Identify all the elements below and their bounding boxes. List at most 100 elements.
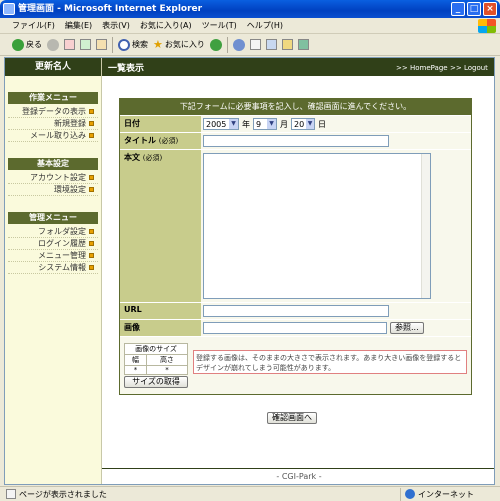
bullet-icon (89, 133, 94, 138)
mail-icon[interactable] (232, 38, 245, 51)
bullet-icon (89, 121, 94, 126)
body-label: 本文 (必須) (120, 150, 201, 302)
width-value: * (124, 365, 147, 375)
ie-icon (3, 3, 15, 15)
zone-text: インターネット (418, 489, 474, 499)
body-row: 本文 (必須) (120, 149, 471, 302)
sidebar: 更新名人 作業メニュー 登録データの表示 新規登録 メール取り込み 基本設定 ア… (5, 58, 102, 484)
edit-icon[interactable] (265, 39, 277, 50)
sidebar-item-view-data[interactable]: 登録データの表示 (8, 106, 98, 118)
image-size-table: 画像のサイズ 幅高さ * * (124, 343, 189, 375)
height-value: * (145, 365, 189, 375)
bullet-icon (89, 253, 94, 258)
sidebar-item-new[interactable]: 新規登録 (8, 118, 98, 130)
image-size-area: 画像のサイズ 幅高さ * * サイズの取得 登録する画像は、そのままの大きさで表示… (120, 336, 471, 394)
menu-view[interactable]: 表示(V) (102, 20, 130, 31)
sidebar-item-system-info[interactable]: システム情報 (8, 262, 98, 274)
window-title: 管理画面 - Microsoft Internet Explorer (18, 4, 203, 14)
confirm-button[interactable]: 確認画面へ (267, 412, 317, 424)
toolbar: 戻る 検索 ★ お気に入り (0, 34, 500, 56)
sidebar-item-environment[interactable]: 環境設定 (8, 184, 98, 196)
footer: - CGI-Park - (102, 468, 494, 484)
year-select[interactable]: 2005 ▼ (203, 118, 239, 130)
height-header: 高さ (145, 354, 189, 366)
window-titlebar: 管理画面 - Microsoft Internet Explorer _ □ × (0, 0, 500, 18)
sidebar-item-menu-admin[interactable]: メニュー管理 (8, 250, 98, 262)
chevron-down-icon: ▼ (306, 119, 314, 129)
messenger-icon[interactable] (297, 39, 309, 50)
get-size-button[interactable]: サイズの取得 (124, 376, 188, 388)
media-icon[interactable] (209, 38, 222, 51)
status-text: ページが表示されました (19, 489, 107, 499)
month-select[interactable]: 9 ▼ (253, 118, 277, 130)
menu-favorites[interactable]: お気に入り(A) (140, 20, 192, 31)
size-caption: 画像のサイズ (124, 343, 188, 355)
image-label: 画像 (120, 320, 201, 336)
internet-zone-icon (405, 489, 415, 499)
star-icon: ★ (153, 38, 163, 51)
page-icon (6, 489, 16, 499)
windows-logo-icon (478, 19, 496, 33)
title-label: タイトル (必須) (120, 133, 201, 149)
chevron-down-icon: ▼ (267, 119, 276, 129)
search-button[interactable]: 検索 (118, 38, 148, 51)
url-row: URL (120, 302, 471, 319)
bullet-icon (89, 229, 94, 234)
folder-icon[interactable] (281, 39, 293, 50)
image-row: 画像 参照... (120, 319, 471, 336)
browse-button[interactable]: 参照... (390, 322, 424, 334)
print-icon[interactable] (249, 39, 261, 50)
menu-file[interactable]: ファイル(F) (12, 20, 55, 31)
menu-edit[interactable]: 編集(E) (65, 20, 92, 31)
sidebar-section-work: 作業メニュー (8, 92, 98, 104)
sidebar-section-admin: 管理メニュー (8, 212, 98, 224)
day-select[interactable]: 20 ▼ (291, 118, 315, 130)
back-arrow-icon (12, 38, 24, 51)
bullet-icon (89, 265, 94, 270)
logout-link[interactable]: >> Logout (450, 64, 488, 72)
minimize-button[interactable]: _ (451, 2, 465, 16)
page-content: 更新名人 作業メニュー 登録データの表示 新規登録 メール取り込み 基本設定 ア… (4, 57, 495, 485)
url-label: URL (120, 303, 201, 319)
sidebar-item-account[interactable]: アカウント設定 (8, 172, 98, 184)
entry-form: 下記フォームに必要事項を記入し、確認画面に進んでください。 日付 2005 ▼ 年… (119, 98, 472, 395)
image-file-input[interactable] (203, 322, 387, 334)
stop-icon[interactable] (64, 39, 75, 50)
bullet-icon (89, 175, 94, 180)
sidebar-item-login-history[interactable]: ログイン履歴 (8, 238, 98, 250)
close-button[interactable]: × (483, 2, 497, 16)
sidebar-item-mail-import[interactable]: メール取り込み (8, 130, 98, 142)
bullet-icon (89, 109, 94, 114)
menu-help[interactable]: ヘルプ(H) (247, 20, 283, 31)
forward-arrow-icon[interactable] (47, 38, 59, 51)
title-row: タイトル (必須) (120, 132, 471, 149)
statusbar: ページが表示されました インターネット (0, 486, 500, 501)
url-input[interactable] (203, 305, 389, 317)
favorites-button[interactable]: ★ お気に入り (153, 38, 205, 51)
menu-tools[interactable]: ツール(T) (202, 20, 237, 31)
image-note: 登録する画像は、そのままの大きさで表示されます。あまり大きい画像を登録するとデザ… (193, 350, 467, 374)
main-header: 一覧表示 >> HomePage >> Logout (102, 58, 494, 76)
bullet-icon (89, 241, 94, 246)
sidebar-section-settings: 基本設定 (8, 158, 98, 170)
maximize-button[interactable]: □ (467, 2, 481, 16)
date-row: 日付 2005 ▼ 年 9 ▼ 月 20 ▼ 日 (120, 115, 471, 132)
homepage-link[interactable]: >> HomePage (396, 64, 448, 72)
chevron-down-icon: ▼ (229, 119, 238, 129)
main-area: 一覧表示 >> HomePage >> Logout 下記フォームに必要事項を記… (102, 58, 494, 484)
back-button[interactable]: 戻る (12, 38, 42, 51)
title-input[interactable] (203, 135, 389, 147)
home-icon[interactable] (96, 39, 107, 50)
bullet-icon (89, 187, 94, 192)
search-icon (118, 38, 130, 51)
date-label: 日付 (120, 116, 201, 132)
width-header: 幅 (124, 354, 147, 366)
body-textarea[interactable] (203, 153, 431, 299)
sidebar-header: 更新名人 (5, 58, 101, 76)
textarea-scrollbar[interactable] (421, 154, 430, 298)
refresh-icon[interactable] (80, 39, 91, 50)
form-instruction: 下記フォームに必要事項を記入し、確認画面に進んでください。 (120, 99, 471, 115)
page-title: 一覧表示 (108, 64, 145, 74)
sidebar-item-folder[interactable]: フォルダ設定 (8, 226, 98, 238)
menubar: ファイル(F) 編集(E) 表示(V) お気に入り(A) ツール(T) ヘルプ(… (0, 18, 500, 34)
